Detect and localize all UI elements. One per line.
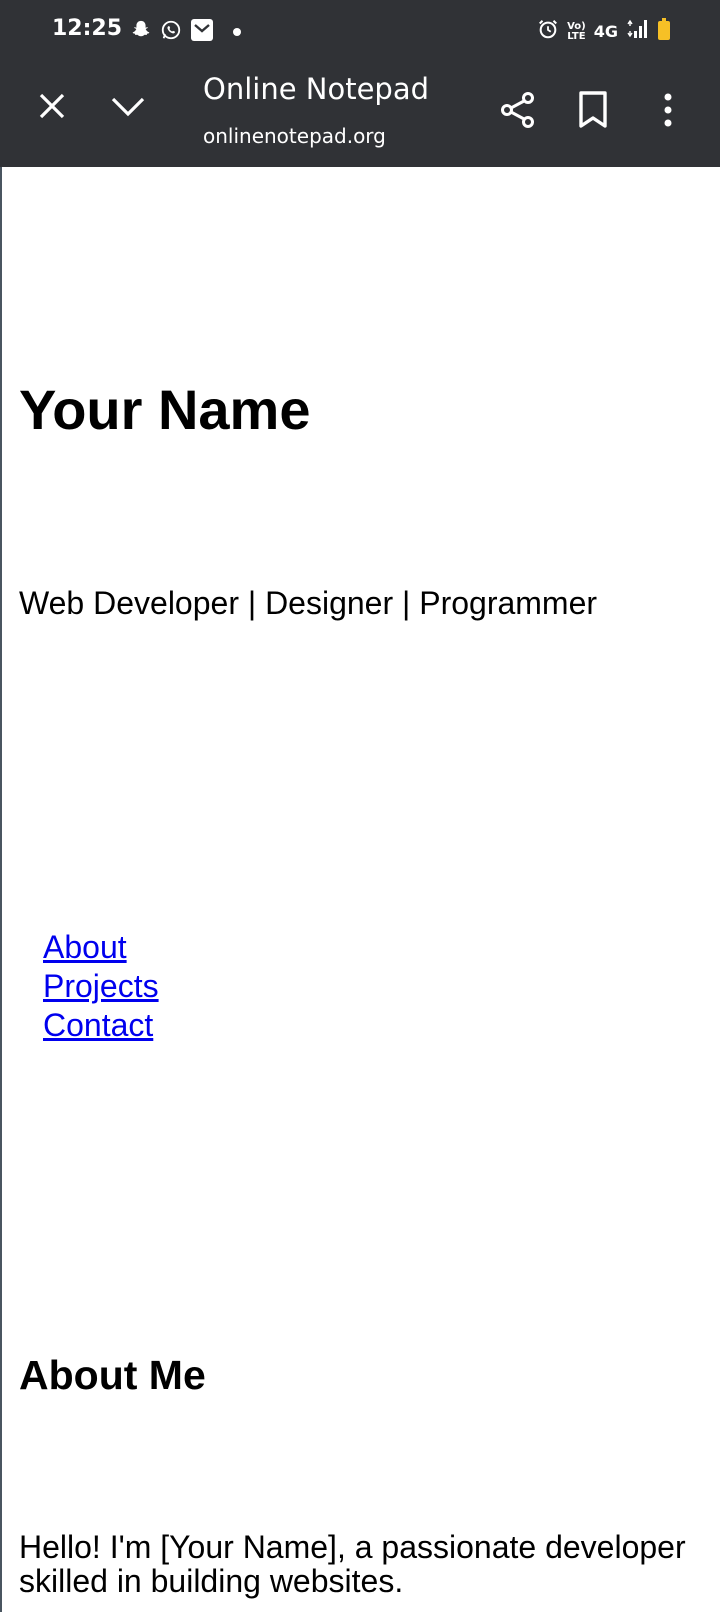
network-type: 4G [593, 22, 618, 41]
more-options-button[interactable] [640, 84, 696, 140]
browser-toolbar: Online Notepad onlinenotepad.org [0, 62, 720, 167]
tagline: Web Developer | Designer | Programmer [19, 585, 598, 621]
page-title: Online Notepad [203, 72, 429, 106]
site-nav: About Projects Contact [43, 928, 159, 1045]
share-button[interactable] [490, 84, 546, 140]
minimize-button[interactable] [100, 80, 156, 136]
battery-icon [658, 18, 670, 45]
close-icon [37, 91, 67, 126]
more-vert-icon [662, 92, 674, 133]
whatsapp-icon [160, 19, 182, 46]
nav-link-projects[interactable]: Projects [43, 967, 159, 1006]
dot-icon [232, 24, 242, 42]
share-icon [498, 90, 538, 135]
web-content[interactable]: Your Name Web Developer | Designer | Pro… [0, 167, 720, 1612]
alarm-icon [537, 18, 559, 45]
bookmark-button[interactable] [565, 84, 621, 140]
status-bar: 12:25 Vo) LTE 4G [0, 0, 720, 62]
bookmark-icon [577, 90, 609, 135]
nav-link-contact[interactable]: Contact [43, 1006, 159, 1045]
about-text: Hello! I'm [Your Name], a passionate dev… [19, 1529, 686, 1599]
status-time: 12:25 [52, 16, 123, 41]
notification-icons [130, 18, 242, 47]
close-button[interactable] [24, 80, 80, 136]
chevron-down-icon [110, 94, 146, 123]
volte-icon: Vo) LTE [567, 20, 586, 42]
system-icons: Vo) LTE 4G [537, 18, 670, 45]
about-heading: About Me [19, 1352, 206, 1398]
page-url[interactable]: onlinenotepad.org [203, 124, 386, 148]
mail-icon [190, 18, 214, 47]
nav-link-about[interactable]: About [43, 928, 159, 967]
signal-icon [626, 18, 650, 45]
name-heading: Your Name [19, 378, 311, 441]
snapchat-icon [130, 19, 152, 46]
